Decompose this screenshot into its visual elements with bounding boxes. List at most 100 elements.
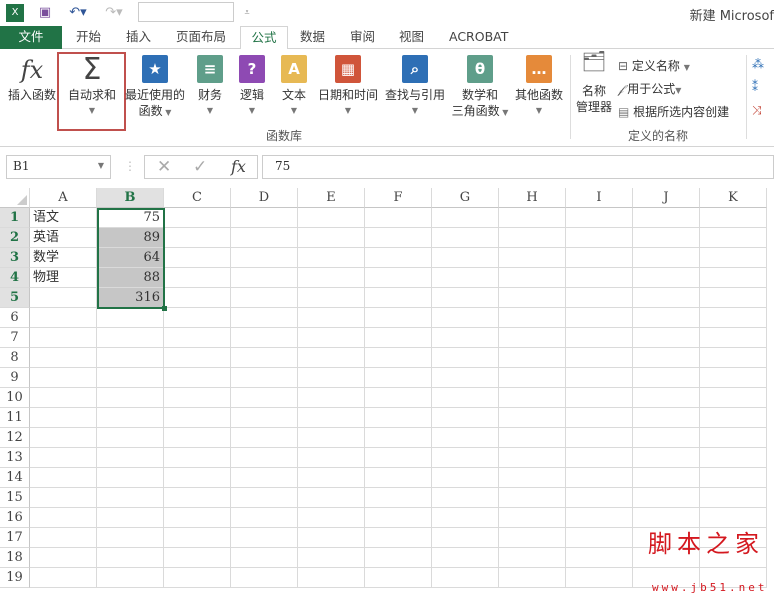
row-header[interactable]: 8 xyxy=(0,348,30,368)
row-header[interactable]: 5 xyxy=(0,288,30,308)
cell-d3[interactable] xyxy=(231,248,298,268)
cell-c5[interactable] xyxy=(164,288,231,308)
cell-g13[interactable] xyxy=(432,448,499,468)
cell-a6[interactable] xyxy=(30,308,97,328)
cell-c9[interactable] xyxy=(164,368,231,388)
cell-h4[interactable] xyxy=(499,268,566,288)
row-header[interactable]: 17 xyxy=(0,528,30,548)
cell-k7[interactable] xyxy=(700,328,767,348)
cell-i14[interactable] xyxy=(566,468,633,488)
column-header-d[interactable]: D xyxy=(231,188,298,208)
undo-icon[interactable]: ↶▾ xyxy=(64,4,92,22)
chevron-down-icon[interactable]: ▼ xyxy=(98,161,104,170)
customize-toolbar-icon[interactable]: ⩡ xyxy=(238,4,256,22)
cell-e6[interactable] xyxy=(298,308,365,328)
cell-a12[interactable] xyxy=(30,428,97,448)
cell-d1[interactable] xyxy=(231,208,298,228)
cell-d5[interactable] xyxy=(231,288,298,308)
cell-c11[interactable] xyxy=(164,408,231,428)
cell-k10[interactable] xyxy=(700,388,767,408)
cell-i2[interactable] xyxy=(566,228,633,248)
cell-f9[interactable] xyxy=(365,368,432,388)
cell-e15[interactable] xyxy=(298,488,365,508)
cell-h18[interactable] xyxy=(499,548,566,568)
cell-d18[interactable] xyxy=(231,548,298,568)
cell-g14[interactable] xyxy=(432,468,499,488)
cell-k2[interactable] xyxy=(700,228,767,248)
tab-acrobat[interactable]: ACROBAT xyxy=(443,26,514,49)
formula-input[interactable]: 75 xyxy=(262,155,774,179)
cell-e7[interactable] xyxy=(298,328,365,348)
cell-h7[interactable] xyxy=(499,328,566,348)
row-header[interactable]: 1 xyxy=(0,208,30,228)
cell-b1[interactable]: 75 xyxy=(97,208,164,228)
cell-e14[interactable] xyxy=(298,468,365,488)
cell-b15[interactable] xyxy=(97,488,164,508)
cell-j3[interactable] xyxy=(633,248,700,268)
select-all-corner[interactable] xyxy=(0,188,30,208)
cell-b3[interactable]: 64 xyxy=(97,248,164,268)
cell-c17[interactable] xyxy=(164,528,231,548)
cell-c18[interactable] xyxy=(164,548,231,568)
cell-g10[interactable] xyxy=(432,388,499,408)
cell-a10[interactable] xyxy=(30,388,97,408)
cell-k6[interactable] xyxy=(700,308,767,328)
cell-h12[interactable] xyxy=(499,428,566,448)
cell-f6[interactable] xyxy=(365,308,432,328)
cell-h8[interactable] xyxy=(499,348,566,368)
cell-b13[interactable] xyxy=(97,448,164,468)
cell-f7[interactable] xyxy=(365,328,432,348)
column-header-e[interactable]: E xyxy=(298,188,365,208)
trace-precedents-icon[interactable]: ⁂ xyxy=(752,57,764,71)
tab-insert[interactable]: 插入 xyxy=(120,26,157,49)
cell-a19[interactable] xyxy=(30,568,97,588)
cell-b12[interactable] xyxy=(97,428,164,448)
recent-functions-button[interactable]: ★ 最近使用的 函数 ▼ xyxy=(122,53,188,121)
cell-f11[interactable] xyxy=(365,408,432,428)
cell-f4[interactable] xyxy=(365,268,432,288)
cell-h1[interactable] xyxy=(499,208,566,228)
cell-d16[interactable] xyxy=(231,508,298,528)
cell-h9[interactable] xyxy=(499,368,566,388)
cell-g17[interactable] xyxy=(432,528,499,548)
cell-d4[interactable] xyxy=(231,268,298,288)
cell-e19[interactable] xyxy=(298,568,365,588)
cell-f3[interactable] xyxy=(365,248,432,268)
text-button[interactable]: A 文本 ▼ xyxy=(276,53,312,119)
cell-a2[interactable]: 英语 xyxy=(30,228,97,248)
cell-i4[interactable] xyxy=(566,268,633,288)
row-header[interactable]: 11 xyxy=(0,408,30,428)
row-header[interactable]: 6 xyxy=(0,308,30,328)
cell-g3[interactable] xyxy=(432,248,499,268)
cell-j12[interactable] xyxy=(633,428,700,448)
lookup-reference-button[interactable]: ⌕ 查找与引用 ▼ xyxy=(382,53,448,119)
cell-g6[interactable] xyxy=(432,308,499,328)
tab-home[interactable]: 开始 xyxy=(70,26,107,49)
column-header-c[interactable]: C xyxy=(164,188,231,208)
cell-k14[interactable] xyxy=(700,468,767,488)
row-header[interactable]: 19 xyxy=(0,568,30,588)
row-header[interactable]: 15 xyxy=(0,488,30,508)
cell-f19[interactable] xyxy=(365,568,432,588)
cell-e5[interactable] xyxy=(298,288,365,308)
cell-g4[interactable] xyxy=(432,268,499,288)
tab-formulas[interactable]: 公式 xyxy=(240,26,288,50)
cell-f1[interactable] xyxy=(365,208,432,228)
cancel-icon[interactable]: ✕ xyxy=(157,157,171,177)
cell-b19[interactable] xyxy=(97,568,164,588)
cell-d19[interactable] xyxy=(231,568,298,588)
cell-e16[interactable] xyxy=(298,508,365,528)
cell-c14[interactable] xyxy=(164,468,231,488)
cell-g1[interactable] xyxy=(432,208,499,228)
cell-g12[interactable] xyxy=(432,428,499,448)
use-in-formula-button[interactable]: 𝒻 用于公式▼ xyxy=(618,80,681,97)
row-header[interactable]: 18 xyxy=(0,548,30,568)
cell-f5[interactable] xyxy=(365,288,432,308)
cell-j8[interactable] xyxy=(633,348,700,368)
cell-e12[interactable] xyxy=(298,428,365,448)
cell-d10[interactable] xyxy=(231,388,298,408)
remove-arrows-icon[interactable]: ⤨ xyxy=(752,103,762,118)
cell-a17[interactable] xyxy=(30,528,97,548)
cell-k3[interactable] xyxy=(700,248,767,268)
cell-b2[interactable]: 89 xyxy=(97,228,164,248)
